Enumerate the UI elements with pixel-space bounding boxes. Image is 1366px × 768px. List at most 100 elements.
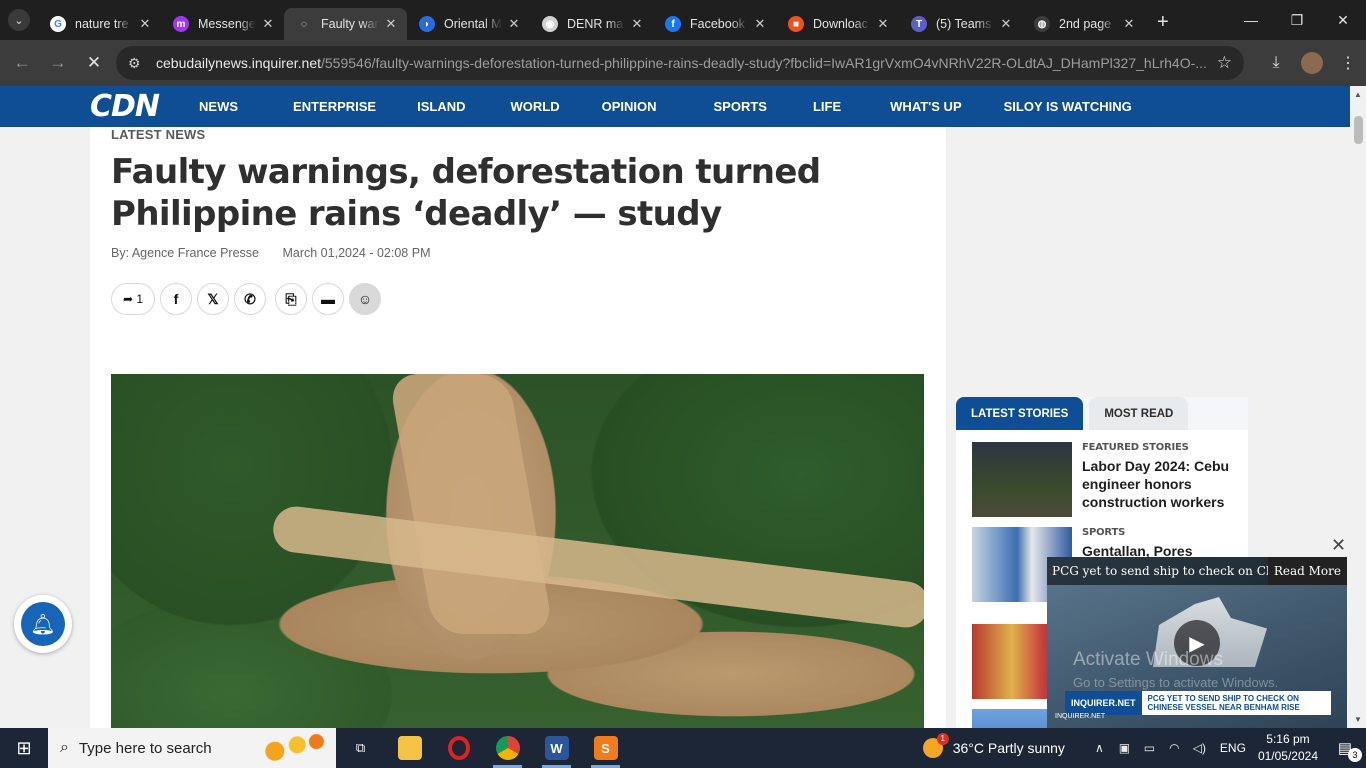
tab-close-icon[interactable]: ✕ [383, 16, 399, 32]
download-icon[interactable]: ⤓ [1258, 45, 1294, 81]
story-title[interactable]: Labor Day 2024: Cebu engineer honors con… [1082, 457, 1232, 511]
opera-icon[interactable] [434, 728, 483, 768]
meet-now-icon[interactable]: ▣ [1112, 741, 1137, 755]
bookmark-star-icon[interactable]: ☆ [1217, 53, 1232, 73]
url-text[interactable]: cebudailynews.inquirer.net/559546/faulty… [156, 55, 1209, 71]
story-category[interactable]: SPORTS [1082, 527, 1232, 538]
search-placeholder: Type here to search [78, 739, 212, 757]
tab-close-icon[interactable]: ✕ [506, 16, 522, 32]
browser-tab[interactable]: m Messenge ✕ [161, 8, 284, 40]
browser-tab[interactable]: T (5) Teams ✕ [899, 8, 1022, 40]
browser-tab[interactable]: ◗ Oriental M ✕ [407, 8, 530, 40]
browser-toolbar: ← → ✕ ⚙ cebudailynews.inquirer.net/55954… [0, 40, 1366, 86]
site-logo[interactable]: CDN [90, 89, 160, 124]
tab-label: Downloac [813, 17, 868, 31]
nav-link-life[interactable]: LIFE [813, 99, 841, 114]
forward-icon[interactable]: → [40, 45, 76, 81]
taskbar-search[interactable]: ⌕ Type here to search [48, 728, 336, 768]
new-tab-icon[interactable]: + [1157, 11, 1169, 34]
search-highlight-flowers [262, 732, 326, 764]
nav-link-sports[interactable]: SPORTS [714, 99, 767, 114]
notification-center-icon[interactable]: ▤ 3 [1332, 736, 1362, 762]
battery-icon[interactable]: ▭ [1137, 741, 1162, 755]
restore-icon[interactable]: ❐ [1274, 0, 1320, 40]
file-explorer-icon[interactable] [385, 728, 434, 768]
back-icon[interactable]: ← [4, 45, 40, 81]
whatsapp-share-icon[interactable]: ✆ [234, 283, 266, 315]
clock[interactable]: 5:16 pm 01/05/2024 [1258, 731, 1318, 765]
site-nav-links: NEWS ENTERPRISE ISLAND WORLD OPINION SPORTS LI… [199, 99, 1132, 114]
browser-tab[interactable]: Gnature tre ✕ [38, 8, 161, 40]
browser-tab[interactable]: ◍ 2nd page ✕ [1022, 8, 1145, 40]
tab-close-icon[interactable]: ✕ [629, 16, 645, 32]
reaction-emoji-icon[interactable]: ☺ [349, 283, 381, 315]
nav-link-what-s-up[interactable]: WHAT'S UP [890, 99, 961, 114]
scroll-down-icon[interactable]: ▼ [1350, 715, 1366, 724]
tab-latest-stories[interactable]: LATEST STORIES [956, 397, 1084, 430]
notification-bell-button[interactable]: 🔔︎ [14, 595, 72, 653]
close-window-icon[interactable]: ✕ [1320, 0, 1366, 40]
video-sign: INQUIRER.NET [1055, 713, 1106, 720]
stop-loading-icon[interactable]: ✕ [76, 45, 112, 81]
tab-close-icon[interactable]: ✕ [998, 16, 1014, 32]
profile-avatar[interactable] [1301, 52, 1323, 74]
nav-link-enterprise[interactable]: ENTERPRISE [293, 99, 376, 114]
nav-link-siloy-is-watching[interactable]: SILOY IS WATCHING [1004, 99, 1132, 114]
story-thumbnail[interactable] [972, 442, 1072, 517]
tab-most-read[interactable]: MOST READ [1089, 397, 1189, 430]
tab-list: Gnature tre ✕ m Messenge ✕ ◌ Faulty war ✕ ◗ Orien… [38, 0, 1145, 40]
facebook-share-icon[interactable]: f [160, 283, 192, 315]
comment-icon[interactable]: ▬ [312, 283, 344, 315]
wifi-icon[interactable]: ◠ [1162, 741, 1187, 755]
story-category[interactable]: FEATURED STORIES [1082, 442, 1232, 453]
minimize-icon[interactable]: — [1228, 0, 1274, 40]
floating-video-player[interactable]: PCG yet to send ship to check on Chinese… [1047, 557, 1347, 728]
show-hidden-icons[interactable]: ∧ [1087, 741, 1112, 755]
nav-link-news[interactable]: NEWS [199, 99, 238, 114]
teams-icon: T [911, 16, 927, 32]
tab-close-icon[interactable]: ✕ [1121, 16, 1137, 32]
share-count-button[interactable]: ➦ 1 [111, 283, 155, 315]
word-icon[interactable]: W [532, 728, 581, 768]
site-info-icon[interactable]: ⚙ [128, 55, 156, 72]
weather-icon[interactable] [922, 733, 949, 758]
scroll-up-icon[interactable]: ▲ [1350, 90, 1366, 99]
tab-close-icon[interactable]: ✕ [875, 16, 891, 32]
browser-tab[interactable]: f Facebook ✕ [653, 8, 776, 40]
tab-close-icon[interactable]: ✕ [260, 16, 276, 32]
browser-tab[interactable]: ◉ DENR ma ✕ [530, 8, 653, 40]
chrome-icon[interactable] [483, 728, 532, 768]
language-indicator[interactable]: ENG [1220, 741, 1246, 755]
scroll-thumb[interactable] [1354, 116, 1363, 144]
story-item[interactable]: FEATURED STORIES Labor Day 2024: Cebu en… [972, 442, 1232, 517]
bookmark-share-icon[interactable]: ⎘ [275, 283, 307, 315]
sublime-icon[interactable]: S [581, 728, 630, 768]
copilot-icon: ◗ [419, 16, 435, 32]
tab-search-icon[interactable]: ⌄ [8, 9, 30, 31]
article-kicker[interactable]: LATEST NEWS [111, 127, 205, 142]
loading-spinner-icon: ◌ [296, 16, 312, 32]
video-close-icon[interactable]: ✕ [1331, 535, 1346, 556]
tab-label: (5) Teams [936, 17, 992, 31]
page-scrollbar[interactable]: ▲ ▼ [1350, 86, 1366, 728]
article-headline: Faulty warnings, deforestation turned Ph… [111, 152, 821, 234]
address-bar[interactable]: ⚙ cebudailynews.inquirer.net/559546/faul… [116, 46, 1244, 80]
tab-close-icon[interactable]: ✕ [137, 16, 153, 32]
read-more-button[interactable]: Read More [1267, 557, 1347, 585]
volume-icon[interactable]: ◁) [1187, 741, 1212, 755]
tab-close-icon[interactable]: ✕ [752, 16, 768, 32]
weather-text[interactable]: 36°C Partly sunny [953, 740, 1065, 756]
browser-tab[interactable]: ◌ Faulty war ✕ [284, 8, 407, 40]
x-share-icon[interactable]: 𝕏 [197, 283, 229, 315]
task-view-icon[interactable]: ⧉ [336, 728, 385, 768]
page-content: LATEST NEWS Faulty warnings, deforestati… [0, 127, 1350, 728]
browser-tab[interactable]: ■ Downloac ✕ [776, 8, 899, 40]
menu-kebab-icon[interactable]: ⋮ [1330, 45, 1366, 81]
banner-text: PCG YET TO SEND SHIP TO CHECK ON CHINESE… [1147, 694, 1300, 712]
nav-link-opinion[interactable]: OPINION [602, 99, 657, 114]
sidebar-tabs: LATEST STORIES MOST READ [956, 397, 1248, 430]
windows-start-icon[interactable]: ⊞ [0, 728, 48, 768]
nav-link-world[interactable]: WORLD [511, 99, 560, 114]
banner-brand: INQUIRER.NET [1065, 691, 1142, 715]
nav-link-island[interactable]: ISLAND [417, 99, 465, 114]
